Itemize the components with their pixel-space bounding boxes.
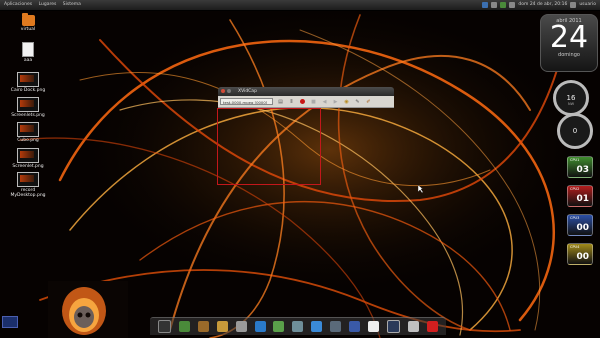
cpu-label: CPU3 (570, 216, 580, 220)
panel-clock[interactable]: dom 24 de abr, 20:16 (518, 0, 567, 10)
spreadsheet-icon[interactable] (178, 321, 190, 332)
desktop-icon-record-mydesktop[interactable]: record MyDesktop.png (6, 172, 50, 198)
desktop-icon-label: Cairo Dock.png (10, 88, 46, 93)
cpu-value: 00 (576, 223, 589, 233)
cpu-value: 00 (576, 252, 589, 262)
editor-icon[interactable] (349, 321, 361, 332)
terminal-icon[interactable] (157, 320, 171, 333)
tools-icon[interactable] (197, 321, 209, 332)
image-file-icon (17, 97, 39, 112)
capture-icon[interactable]: ◉ (343, 98, 350, 105)
cpu4-meter[interactable]: CPU4 00 (567, 243, 593, 265)
network-icon[interactable] (311, 321, 323, 332)
monitor-icon[interactable] (387, 320, 401, 333)
desktop-icon-aaa[interactable]: aaa (6, 42, 50, 63)
xvidcap-titlebar[interactable]: XVidCap (218, 87, 394, 96)
pause-icon[interactable]: Ⅱ (288, 98, 295, 105)
gauge-sub: NW (567, 102, 575, 106)
speed-gauge[interactable]: 0 (557, 113, 593, 149)
printer-icon[interactable] (235, 321, 247, 332)
volume-icon[interactable] (491, 2, 498, 8)
menu-system[interactable]: Sistema (63, 2, 81, 7)
flaming-skull-image (48, 281, 128, 338)
cpu1-meter[interactable]: CPU1 03 (567, 156, 593, 178)
calendar-day: 24 (549, 20, 589, 55)
capture-area-frame[interactable] (217, 108, 321, 185)
dock (150, 317, 446, 335)
output-file-field[interactable]: test-0000.mpeg [0000] (220, 98, 273, 105)
workspace-switcher[interactable] (2, 316, 18, 328)
image-icon[interactable] (254, 321, 266, 332)
mouse-pointer-icon (418, 185, 423, 193)
cpu-label: CPU2 (570, 187, 580, 191)
panel-menu: Aplicaciones Lugares Sistema (4, 0, 86, 10)
network-icon[interactable] (482, 2, 489, 8)
minimize-icon[interactable] (227, 89, 231, 93)
desktop-icon-label: virtual (20, 27, 36, 32)
cpu3-meter[interactable]: CPU3 00 (567, 214, 593, 236)
settings-icon[interactable] (292, 321, 304, 332)
pdf-icon[interactable] (426, 321, 438, 332)
menu-applications[interactable]: Aplicaciones (4, 2, 32, 7)
desktop-icon-cairo-dock[interactable]: Cairo Dock.png (6, 72, 50, 93)
gauge-value: 0 (572, 127, 578, 135)
image-file-icon (17, 148, 39, 163)
mail-icon[interactable] (330, 321, 342, 332)
xvidcap-toolbar: test-0000.mpeg [0000] ▤ Ⅱ ■ ◀ ▶ ◉ ✎ ✐ (218, 96, 394, 108)
select-area-icon[interactable]: ✎ (354, 98, 361, 105)
calendar-widget[interactable]: abril 2011 24 domingo (540, 14, 598, 72)
close-icon[interactable] (221, 89, 225, 93)
desktop-icon-label: Screenlet.png (12, 164, 44, 169)
cpu-label: CPU4 (570, 245, 580, 249)
system-tray: dom 24 de abr, 20:16 usuario (482, 0, 596, 10)
stop-icon[interactable]: ■ (310, 98, 317, 105)
desktop-icon-virtual[interactable]: virtual (6, 13, 50, 32)
window-title: XVidCap (238, 89, 257, 94)
battery-icon[interactable] (500, 2, 507, 8)
cpu2-meter[interactable]: CPU2 01 (567, 185, 593, 207)
folder-icon[interactable] (273, 321, 285, 332)
record-icon (300, 99, 305, 104)
desktop-icon-screenlets[interactable]: Screenlets.png (6, 97, 50, 118)
cpu-label: CPU1 (570, 158, 580, 162)
desktop-icon-label: Screenlets.png (11, 113, 45, 118)
next-icon[interactable]: ▶ (332, 98, 339, 105)
cpu-value: 01 (576, 194, 589, 204)
desktop-icon-label: Cubo.png (17, 138, 39, 143)
cpu-value: 03 (576, 165, 589, 175)
desktop-icon-label: record MyDesktop.png (10, 188, 46, 198)
compass-gauge[interactable]: 16 NW (553, 80, 589, 116)
image-file-icon (17, 72, 39, 87)
image-file-icon (17, 122, 39, 137)
desktop-icon-cubo[interactable]: Cubo.png (6, 122, 50, 143)
panel-user[interactable]: usuario (579, 0, 596, 10)
package-icon[interactable] (216, 321, 228, 332)
image-file-icon (17, 172, 39, 187)
text-file-icon (22, 42, 34, 57)
menu-places[interactable]: Lugares (39, 2, 57, 7)
user-icon[interactable] (570, 2, 577, 8)
top-panel: Aplicaciones Lugares Sistema dom 24 de a… (0, 0, 600, 11)
screenshot-icon[interactable] (407, 321, 419, 332)
mail-icon[interactable] (509, 2, 516, 8)
folder-icon (21, 13, 35, 26)
edit-icon[interactable]: ✐ (365, 98, 372, 105)
desktop-icon-label: aaa (23, 58, 33, 63)
previous-icon[interactable]: ◀ (321, 98, 328, 105)
record-button[interactable] (299, 98, 306, 105)
gauge-value: 16 (566, 94, 576, 102)
text-icon[interactable] (368, 321, 380, 332)
desktop-icon-screenlet[interactable]: Screenlet.png (6, 148, 50, 169)
filename-edit-icon[interactable]: ▤ (277, 98, 284, 105)
